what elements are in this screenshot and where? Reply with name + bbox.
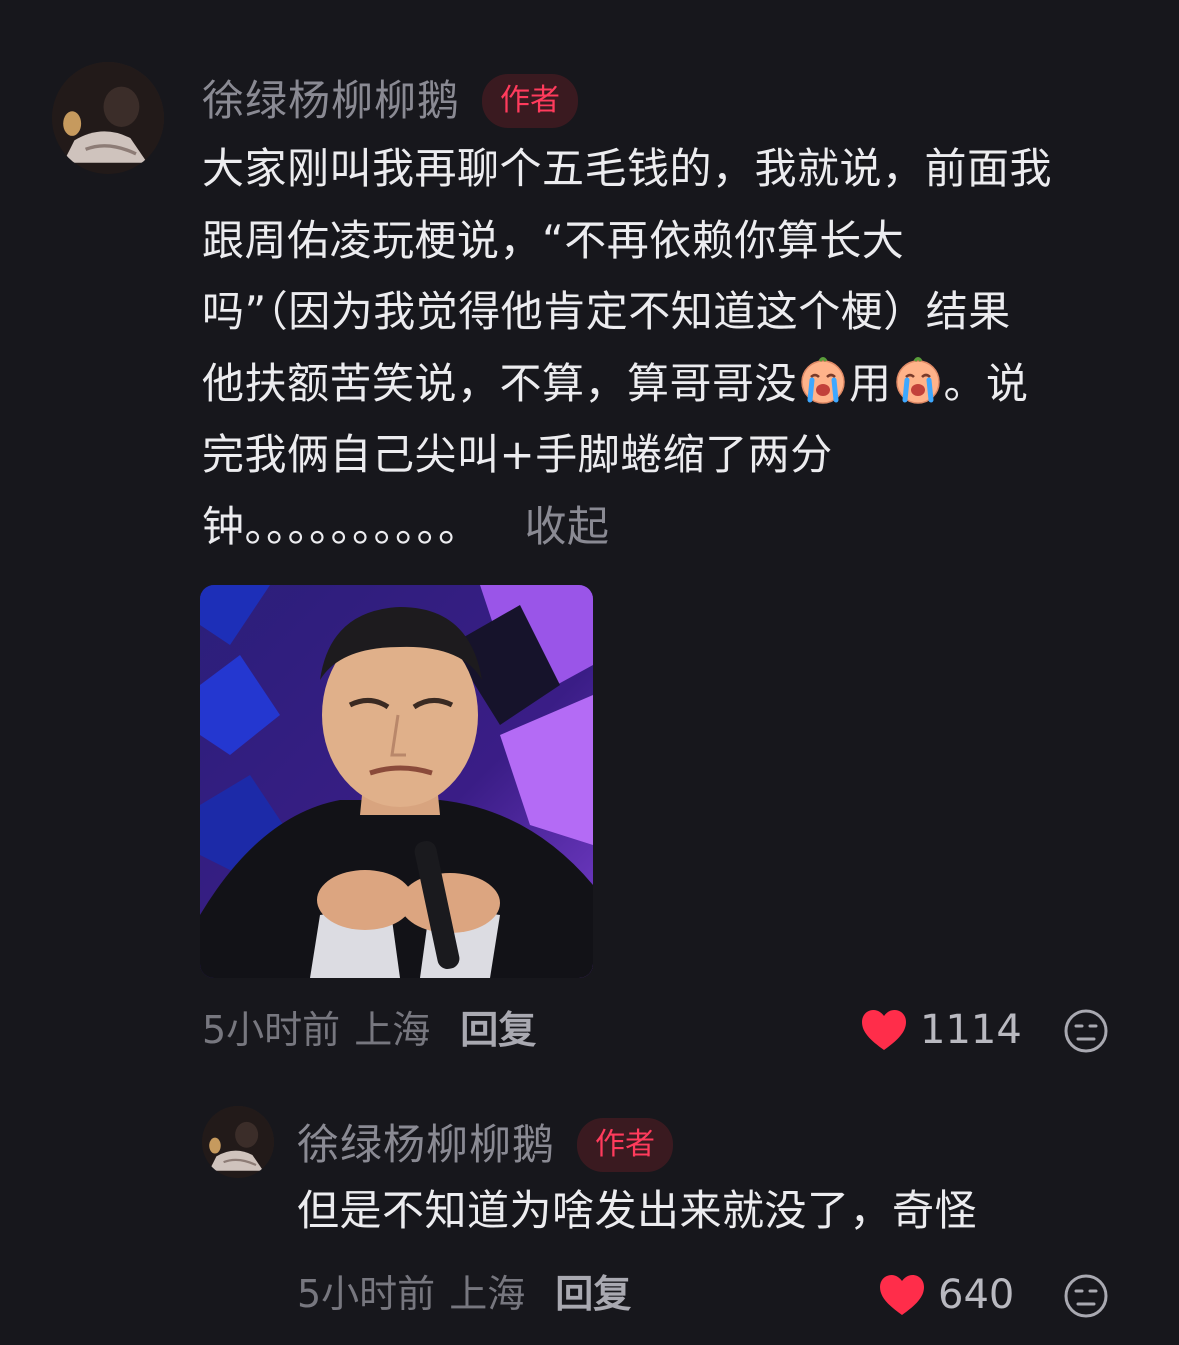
avatar-image bbox=[202, 1106, 274, 1178]
dislike-icon[interactable] bbox=[1063, 1008, 1109, 1054]
author-row: 徐绿杨柳柳鹅 作者 bbox=[202, 74, 579, 128]
comment-text-line: 大家刚叫我再聊个五毛钱的，我就说，前面我 bbox=[202, 144, 1053, 193]
author-name[interactable]: 徐绿杨柳柳鹅 bbox=[202, 80, 460, 122]
comment-text-line: 吗”（因为我觉得他肯定不知道这个梗）结果 bbox=[202, 287, 1011, 336]
comment-text-line: 钟。。。。。。。。。。 收起 bbox=[202, 491, 1162, 563]
comment-image-content bbox=[200, 585, 593, 978]
reply-meta: 5小时前 上海 回复 bbox=[297, 1275, 631, 1313]
comment-text-segment: 他扶额苦笑说，不算，算哥哥没 bbox=[202, 358, 798, 408]
comment-text-line: 完我俩自己尖叫+手脚蜷缩了两分 bbox=[202, 430, 833, 479]
comment-text: 大家刚叫我再聊个五毛钱的，我就说，前面我 跟周佑凌玩梗说，“不再依赖你算长大 吗… bbox=[202, 133, 1162, 562]
comment-text-segment: 。说 bbox=[943, 358, 1029, 408]
reply-author-row: 徐绿杨柳柳鹅 作者 bbox=[297, 1118, 674, 1172]
comment-image[interactable] bbox=[200, 585, 593, 978]
comment-time: 5小时前 bbox=[202, 1008, 341, 1052]
reply-time: 5小时前 bbox=[297, 1272, 436, 1316]
reply-author-avatar[interactable] bbox=[202, 1106, 274, 1178]
heart-icon bbox=[880, 1275, 924, 1315]
comment-location: 上海 bbox=[354, 1008, 431, 1052]
reply-button[interactable]: 回复 bbox=[460, 1011, 536, 1049]
author-badge: 作者 bbox=[482, 74, 579, 128]
comment-item: 徐绿杨柳柳鹅 作者 大家刚叫我再聊个五毛钱的，我就说，前面我 跟周佑凌玩梗说，“… bbox=[0, 0, 1179, 1080]
avatar-image bbox=[52, 62, 164, 174]
reply-reply-button[interactable]: 回复 bbox=[555, 1275, 631, 1313]
author-avatar[interactable] bbox=[52, 62, 164, 174]
collapse-link[interactable]: 收起 bbox=[525, 502, 610, 551]
loudly-crying-face-icon bbox=[798, 356, 848, 406]
loudly-crying-face-icon bbox=[893, 356, 943, 406]
heart-icon bbox=[862, 1010, 906, 1050]
comment-text-segment: 用 bbox=[849, 358, 892, 408]
reply-author-name[interactable]: 徐绿杨柳柳鹅 bbox=[297, 1124, 555, 1166]
comment-text-line: 跟周佑凌玩梗说，“不再依赖你算长大 bbox=[202, 215, 905, 265]
reply-author-badge: 作者 bbox=[577, 1118, 674, 1172]
reply-text-line: 但是不知道为啥发出来就没了，奇怪 bbox=[297, 1186, 978, 1235]
reply-location: 上海 bbox=[449, 1272, 526, 1316]
reply-dislike-icon[interactable] bbox=[1063, 1273, 1109, 1319]
reply-like-count: 640 bbox=[938, 1272, 1015, 1318]
like-count: 1114 bbox=[920, 1007, 1022, 1053]
reply-text: 但是不知道为啥发出来就没了，奇怪 bbox=[297, 1175, 1157, 1247]
comment-meta: 5小时前 上海 回复 bbox=[202, 1011, 536, 1049]
reply-like-button[interactable]: 640 bbox=[878, 1273, 1014, 1317]
comment-text-line: 他扶额苦笑说，不算，算哥哥没 用 。说 bbox=[202, 348, 1162, 420]
like-button[interactable]: 1114 bbox=[860, 1008, 1022, 1052]
comment-text-segment: 钟。。。。。。。。。。 bbox=[202, 501, 481, 551]
reply-item: 徐绿杨柳柳鹅 作者 但是不知道为啥发出来就没了，奇怪 5小时前 上海 回复 64… bbox=[0, 1090, 1179, 1345]
